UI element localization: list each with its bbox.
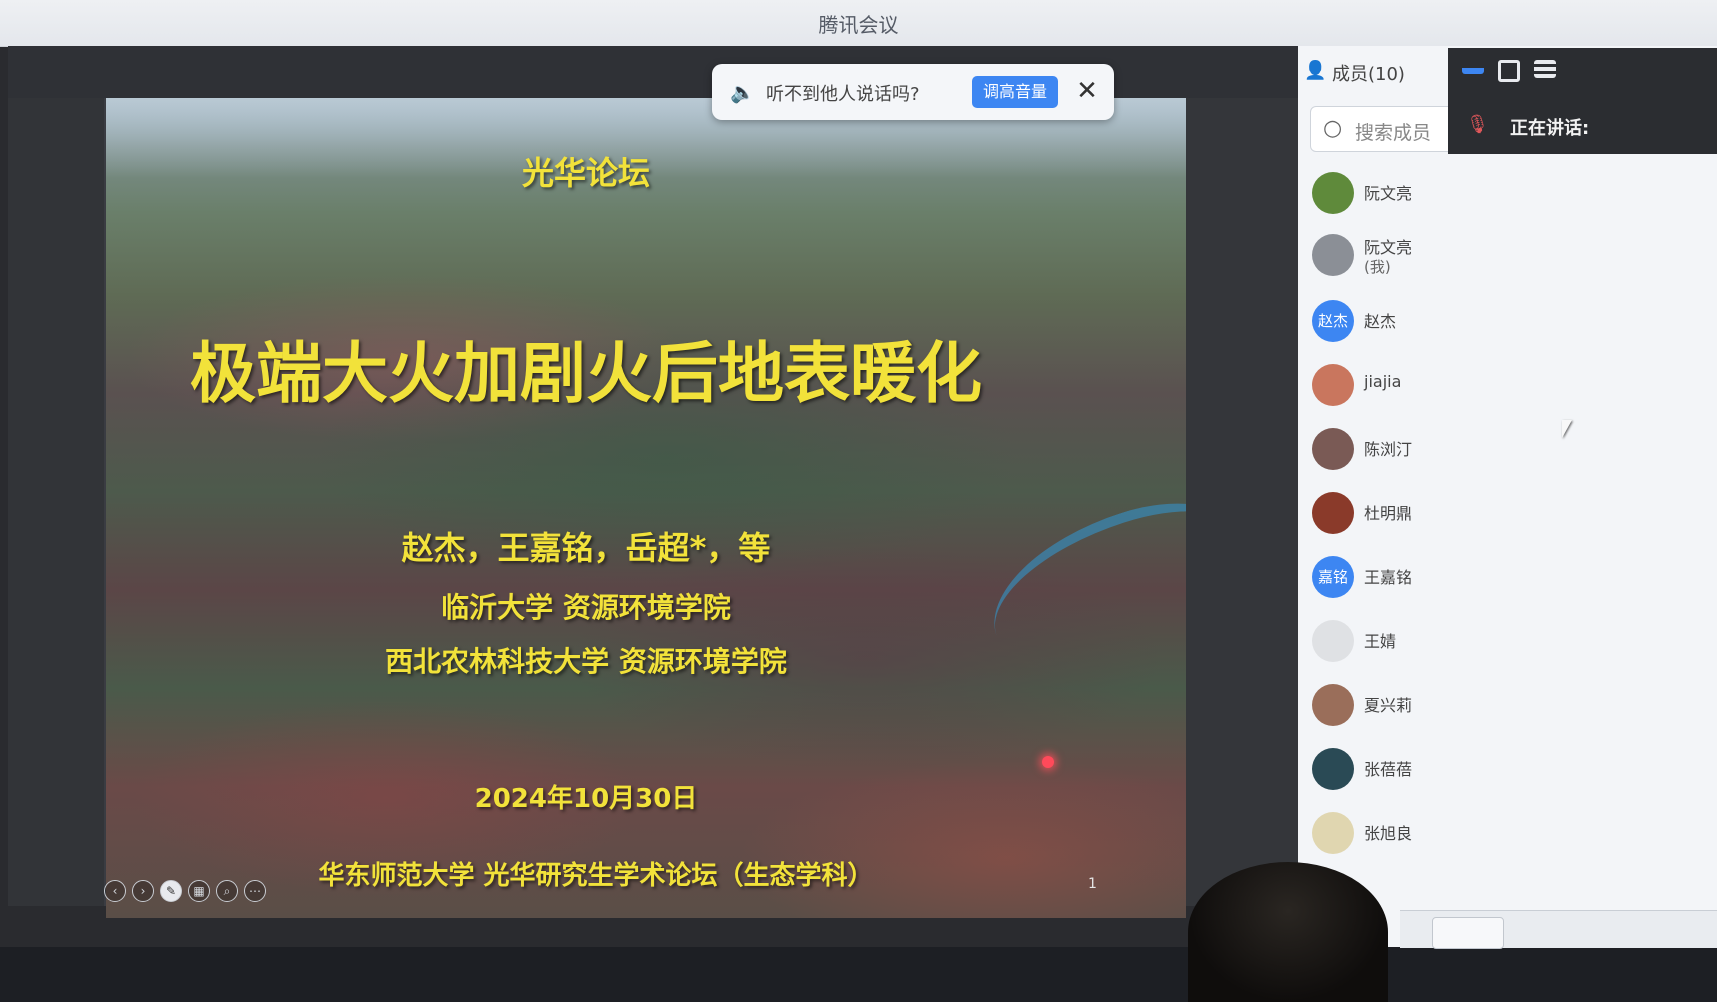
meeting-window: 腾讯会议 光华论坛 极端大火加剧火后地表暖化 赵杰，王嘉铭，岳超*，等 临沂大学… (0, 0, 1717, 1002)
members-header[interactable]: 👤 成员(10) (1298, 46, 1458, 102)
member-name: jiajia (1364, 372, 1402, 391)
slide-page-number: 1 (1088, 876, 1097, 892)
slide-date: 2024年10月30日 (474, 784, 698, 814)
avatar (1312, 172, 1354, 214)
window-title: 腾讯会议 (0, 0, 1717, 47)
avatar (1312, 684, 1354, 726)
slide-authors: 赵杰，王嘉铭，岳超*，等 (401, 529, 771, 567)
slide-forum-name: 光华论坛 (521, 154, 650, 192)
avatar (1312, 620, 1354, 662)
member-name: 阮文亮 (1364, 184, 1413, 203)
member-name: 阮文亮 (1364, 238, 1413, 257)
slide-affiliation-2: 西北农林科技大学 资源环境学院 (385, 645, 787, 678)
avatar (1312, 748, 1354, 790)
viewer-head-silhouette (1188, 862, 1388, 1002)
shared-screen-right-margin (1186, 98, 1298, 906)
speaking-label: 正在讲话: (1510, 118, 1590, 139)
close-icon[interactable]: ✕ (1072, 76, 1102, 106)
member-item[interactable]: 嘉铭 王嘉铭 (1312, 552, 1672, 610)
avatar (1312, 234, 1354, 276)
members-panel: 👤 成员(10) ○ 搜索成员 阮文亮 阮文亮 (我) 赵杰 赵杰 jiajia… (1298, 46, 1717, 947)
audio-notice-banner: 🔈 听不到他人说话吗? 调高音量 ✕ (712, 64, 1114, 120)
laser-pointer-dot (1042, 756, 1054, 768)
member-item[interactable]: 夏兴莉 (1312, 680, 1672, 738)
next-slide-icon[interactable]: › (132, 880, 154, 902)
more-options-icon[interactable]: ⋯ (244, 880, 266, 902)
member-item[interactable]: 张蓓蓓 (1312, 744, 1672, 802)
member-item[interactable]: 陈浏汀 (1312, 424, 1672, 482)
member-item[interactable]: 王婧 (1312, 616, 1672, 674)
window-mode-icon[interactable] (1498, 60, 1520, 82)
presentation-slide: 光华论坛 极端大火加剧火后地表暖化 赵杰，王嘉铭，岳超*，等 临沂大学 资源环境… (106, 98, 1186, 918)
member-item[interactable]: 阮文亮 (1312, 168, 1672, 226)
grid-view-icon[interactable]: ▦ (188, 880, 210, 902)
speaker-muted-icon: 🔈 (730, 80, 755, 104)
bottom-input-strip (1400, 910, 1717, 949)
minimize-icon[interactable] (1462, 60, 1484, 74)
member-name: 陈浏汀 (1364, 440, 1413, 459)
avatar: 嘉铭 (1312, 556, 1354, 598)
mini-window-controls (1462, 60, 1556, 82)
member-name: 赵杰 (1364, 312, 1397, 331)
shared-screen-left-margin (8, 98, 104, 906)
member-name: 王婧 (1364, 632, 1397, 651)
member-name: 夏兴莉 (1364, 696, 1413, 715)
pen-tool-icon[interactable]: ✎ (160, 880, 182, 902)
member-item[interactable]: jiajia (1312, 360, 1672, 418)
avatar (1312, 492, 1354, 534)
member-search-input[interactable]: ○ 搜索成员 (1310, 106, 1460, 152)
speaking-indicator-window: 🎙 正在讲话: (1448, 48, 1717, 154)
member-item[interactable]: 杜明鼎 (1312, 488, 1672, 546)
slide-affiliation-1: 临沂大学 资源环境学院 (441, 591, 731, 624)
member-item[interactable]: 赵杰 赵杰 (1312, 296, 1672, 354)
slide-title: 极端大火加剧火后地表暖化 (190, 335, 982, 412)
member-search-placeholder: 搜索成员 (1355, 122, 1432, 144)
member-name: 张蓓蓓 (1364, 760, 1413, 779)
bottom-button[interactable] (1432, 917, 1504, 949)
avatar (1312, 364, 1354, 406)
list-view-icon[interactable] (1534, 60, 1556, 78)
mic-muted-icon: 🎙 (1466, 114, 1489, 135)
member-name: 杜明鼎 (1364, 504, 1413, 523)
member-name: 王嘉铭 (1364, 568, 1413, 587)
member-item[interactable]: 阮文亮 (我) (1312, 230, 1672, 288)
avatar: 赵杰 (1312, 300, 1354, 342)
member-self-tag: (我) (1364, 258, 1391, 276)
person-icon: 👤 (1304, 60, 1327, 81)
audio-notice-message: 听不到他人说话吗? (766, 84, 920, 105)
member-item[interactable]: 张旭良 (1312, 808, 1672, 866)
avatar (1312, 812, 1354, 854)
raise-volume-button[interactable]: 调高音量 (972, 76, 1058, 108)
avatar (1312, 428, 1354, 470)
previous-slide-icon[interactable]: ‹ (104, 880, 126, 902)
zoom-icon[interactable]: ⌕ (216, 880, 238, 902)
slide-toolbar: ‹ › ✎ ▦ ⌕ ⋯ (104, 880, 266, 904)
search-icon: ○ (1323, 116, 1343, 141)
member-name: 张旭良 (1364, 824, 1413, 843)
mouse-cursor-icon (1562, 420, 1572, 438)
members-count-label: 成员(10) (1332, 64, 1405, 85)
